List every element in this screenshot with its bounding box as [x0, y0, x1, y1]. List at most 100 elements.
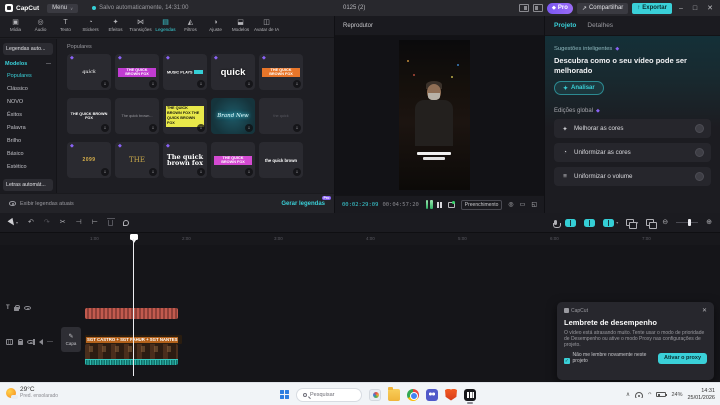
timeline-zoom-slider[interactable] [676, 222, 698, 223]
analyze-button[interactable]: ✦ Analisar [554, 81, 604, 95]
download-icon[interactable]: ↓ [245, 80, 253, 88]
cover-button[interactable]: ✎ Capa [61, 327, 81, 352]
caption-template-tile[interactable]: ◆THE↓ [115, 142, 159, 178]
taskbar-app-teams[interactable] [426, 389, 438, 401]
start-button[interactable] [280, 390, 289, 399]
minimize-button[interactable]: – [676, 5, 686, 12]
ribbon-item-ajuste[interactable]: ◑Ajuste [203, 18, 228, 33]
dont-remind-checkbox[interactable]: ✓ [564, 358, 570, 364]
ribbon-item-avatar-ia[interactable]: ◫Avatar de IA [253, 18, 280, 33]
zoom-slider-knob[interactable] [688, 219, 691, 226]
download-icon[interactable]: ↓ [101, 168, 109, 176]
sidebar-item-b-sico[interactable]: Básico [0, 147, 56, 160]
ribbon-item-stickers[interactable]: ◔Stickers [78, 18, 103, 33]
fullscreen-icon[interactable]: ◱ [531, 201, 537, 209]
ribbon-item-legendas[interactable]: ▤Legendas [153, 18, 178, 33]
undo-button[interactable]: ↶ [28, 218, 34, 228]
battery-icon[interactable] [656, 392, 666, 397]
caption-template-tile[interactable]: ◆The quick brown fox↓ [163, 142, 207, 178]
global-edit-row-uniformizar-cores[interactable]: ◔Uniformizar as cores [554, 143, 711, 162]
collapse-track-icon[interactable]: — [47, 339, 53, 345]
caption-template-tile[interactable]: ◆MUSIC PLAYS↓ [163, 54, 207, 90]
taskbar-app-capcut[interactable] [464, 389, 476, 401]
lock-icon[interactable] [14, 307, 19, 311]
download-icon[interactable]: ↓ [149, 168, 157, 176]
caption-template-tile[interactable]: the quick↓ [259, 98, 303, 134]
download-icon[interactable]: ↓ [197, 80, 205, 88]
player-stage[interactable] [335, 36, 544, 195]
download-icon[interactable]: ↓ [245, 124, 253, 132]
ribbon-item-texto[interactable]: TTexto [53, 18, 78, 33]
menu-button[interactable]: Menu ∨ [47, 4, 78, 13]
close-icon[interactable]: ✕ [702, 307, 707, 314]
caption-template-tile[interactable]: THE QUICK BROWN FOX↓ [67, 98, 111, 134]
sidebar-item-novo[interactable]: NOVO [0, 95, 56, 108]
apply-toggle[interactable] [695, 124, 704, 133]
sidebar-item-cl-ssico[interactable]: Clássico [0, 82, 56, 95]
ribbon-item-efeitos[interactable]: ✦Efeitos [103, 18, 128, 33]
layout-toggle-alt-icon[interactable] [533, 4, 543, 12]
delete-left-button[interactable]: ⊣ [76, 218, 82, 228]
shrink-timeline-button[interactable] [646, 219, 654, 226]
download-icon[interactable]: ↓ [245, 168, 253, 176]
ribbon-item-transicoes[interactable]: ⋈Transições [128, 18, 153, 33]
apply-toggle[interactable] [695, 148, 704, 157]
lock-icon[interactable] [18, 341, 23, 345]
ribbon-item-midia[interactable]: ▣Mídia [3, 18, 28, 33]
sidebar-item-populares[interactable]: Populares [0, 69, 56, 82]
zoom-in-button[interactable]: ⊕ [706, 218, 712, 228]
sidebar-item-auto-captions[interactable]: Legendas auto... [3, 43, 53, 55]
sidebar-item-brilho[interactable]: Brilho [0, 134, 56, 147]
video-preview[interactable] [399, 40, 470, 190]
taskbar-clock[interactable]: 14:31 25/01/2026 [687, 388, 715, 401]
taskbar-app-explorer[interactable] [388, 389, 400, 401]
ratio-icon[interactable]: ▭ [520, 201, 526, 209]
caption-template-tile[interactable]: ◆quick↓ [67, 54, 111, 90]
mask-button[interactable] [123, 220, 129, 226]
caption-template-tile[interactable]: THE QUICK BROWN FOX THE QUICK BROWN FOX↓ [163, 98, 207, 134]
caption-template-tile[interactable]: ◆THE QUICK BROWN FOX↓ [259, 54, 303, 90]
download-icon[interactable]: ↓ [149, 124, 157, 132]
ribbon-item-audio[interactable]: ◎Áudio [28, 18, 53, 33]
pause-button[interactable] [437, 202, 442, 208]
ribbon-item-modelos[interactable]: ⬓Modelos [228, 18, 253, 33]
delete-button[interactable] [108, 220, 113, 226]
mute-icon[interactable] [39, 339, 43, 345]
auto-ripple-toggle[interactable]: ▾ [603, 219, 618, 227]
split-button[interactable]: ✂ [60, 218, 66, 228]
global-edit-row-uniformizar-volume[interactable]: ≡Uniformizar o volume [554, 167, 711, 186]
taskbar-app-photos[interactable] [369, 389, 381, 401]
download-icon[interactable]: ↓ [101, 124, 109, 132]
close-button[interactable]: ✕ [704, 4, 716, 12]
sidebar-item-palavra[interactable]: Palavra [0, 121, 56, 134]
caption-template-tile[interactable]: Brand New↓ [211, 98, 255, 134]
generate-captions-button[interactable]: Gerar legendas Pro [281, 201, 325, 207]
zoom-out-button[interactable]: ⊖ [662, 218, 668, 228]
caption-template-tile[interactable]: ◆2099↓ [67, 142, 111, 178]
tray-chevron-icon[interactable]: ∧ [626, 391, 630, 398]
download-icon[interactable]: ↓ [197, 168, 205, 176]
record-voiceover-button[interactable] [554, 220, 557, 225]
caption-template-tile[interactable]: ◆quick↓ [211, 54, 255, 90]
taskbar-search[interactable]: Pesquisar [296, 388, 362, 402]
global-edit-row-melhorar-cores[interactable]: ✦Melhorar as cores [554, 119, 711, 138]
sidebar-item-auto-letters[interactable]: Letras automát... [3, 179, 53, 191]
download-icon[interactable]: ↓ [293, 80, 301, 88]
apply-toggle[interactable] [695, 172, 704, 181]
caption-template-tile[interactable]: the quick brown↓ [259, 142, 303, 178]
download-icon[interactable]: ↓ [293, 124, 301, 132]
caption-template-tile[interactable]: THE QUICK BROWN FOX↓ [211, 142, 255, 178]
caption-template-tile[interactable]: ◆THE QUICK BROWN FOX↓ [115, 54, 159, 90]
taskbar-app-chrome[interactable] [407, 389, 419, 401]
video-clip[interactable] [85, 344, 178, 365]
maximize-button[interactable]: □ [690, 5, 700, 12]
caption-template-tile[interactable]: The quick brown...↓ [115, 98, 159, 134]
ribbon-item-filtros[interactable]: ◭Filtros [178, 18, 203, 33]
preview-quality-icon[interactable] [448, 202, 455, 208]
wifi-icon[interactable] [635, 392, 643, 398]
sidebar-item-est-tico[interactable]: Estético [0, 160, 56, 173]
share-button[interactable]: ↗ Compartilhar [577, 3, 628, 14]
export-button[interactable]: ↑ Exportar [632, 3, 672, 14]
download-icon[interactable]: ↓ [101, 80, 109, 88]
speaker-icon[interactable]: ᴖ [648, 392, 651, 398]
